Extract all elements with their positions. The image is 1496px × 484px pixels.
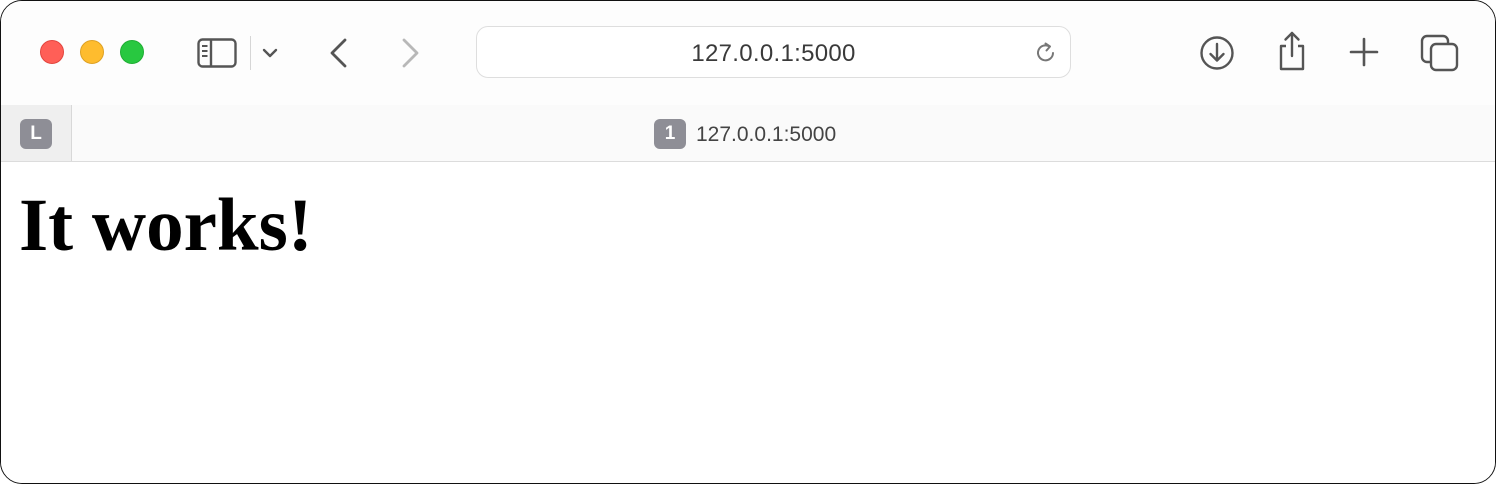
address-bar[interactable]: 127.0.0.1:5000 [476, 26, 1071, 78]
forward-arrow-icon[interactable] [398, 37, 422, 69]
tab-overview-icon[interactable] [1420, 34, 1460, 72]
window-minimize-button[interactable] [80, 40, 104, 64]
address-url: 127.0.0.1:5000 [691, 40, 856, 67]
sidebar-toggle-icon[interactable] [197, 38, 237, 68]
window-maximize-button[interactable] [120, 40, 144, 64]
toolbar-divider [250, 36, 251, 70]
window-close-button[interactable] [40, 40, 64, 64]
share-icon[interactable] [1275, 30, 1309, 72]
new-tab-plus-icon[interactable] [1349, 37, 1379, 67]
tab-favicon-badge: 1 [654, 119, 686, 149]
browser-toolbar: 127.0.0.1:5000 [1, 1, 1495, 105]
page-content: It works! [1, 162, 1495, 483]
tab-favicon-badge: L [20, 119, 52, 149]
tab-bar: L 1 127.0.0.1:5000 [1, 105, 1495, 162]
page-heading: It works! [19, 184, 313, 267]
reload-icon[interactable] [1034, 41, 1058, 65]
back-arrow-icon[interactable] [327, 37, 351, 69]
browser-window: 127.0.0.1:5000 L 1 127.0.0.1:5000 It wor… [0, 0, 1496, 484]
tab-pinned[interactable]: L [1, 105, 72, 161]
tab-title: 127.0.0.1:5000 [696, 123, 837, 146]
chevron-down-icon[interactable] [262, 47, 278, 59]
download-icon[interactable] [1199, 35, 1235, 71]
